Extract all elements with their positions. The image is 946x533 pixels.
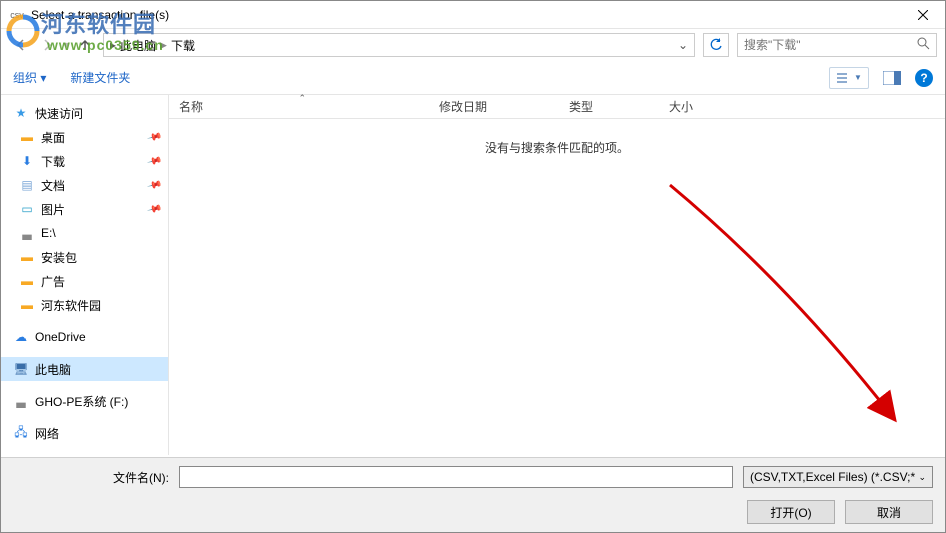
folder-icon: ▸	[110, 38, 116, 52]
folder-icon: ▬	[19, 249, 35, 265]
organize-menu[interactable]: 组织 ▾	[13, 69, 46, 86]
sidebar-item-onedrive[interactable]: ☁ OneDrive	[1, 325, 168, 349]
breadcrumb-current[interactable]: 下载	[171, 37, 195, 54]
window-title: Select a transaction file(s)	[31, 8, 900, 22]
sidebar-item-downloads[interactable]: ⬇ 下载 📌	[1, 149, 168, 173]
bottom-bar: 文件名(N): (CSV,TXT,Excel Files) (*.CSV;* ⌄…	[1, 457, 945, 532]
sidebar-item-label: 下载	[41, 153, 65, 170]
folder-icon: ▬	[19, 297, 35, 313]
help-button[interactable]: ?	[915, 69, 933, 87]
column-label: 名称	[179, 98, 203, 115]
column-headers: 名称 ⌃ 修改日期 类型 大小	[169, 95, 945, 119]
pin-icon: 📌	[146, 201, 162, 217]
sort-indicator-icon: ⌃	[299, 93, 307, 104]
sidebar-item-label: 文档	[41, 177, 65, 194]
sidebar-item-label: E:\	[41, 226, 56, 240]
filename-label: 文件名(N):	[113, 469, 169, 486]
refresh-icon	[709, 38, 723, 52]
column-size[interactable]: 大小	[659, 95, 759, 118]
sidebar-item-network[interactable]: 🖧 网络	[1, 421, 168, 445]
breadcrumb-dropdown[interactable]: ⌄	[678, 38, 688, 52]
sidebar-item-gho-drive[interactable]: ▃ GHO-PE系统 (F:)	[1, 389, 168, 413]
preview-icon	[883, 71, 901, 85]
column-type[interactable]: 类型	[559, 95, 659, 118]
sidebar-item-label: 网络	[35, 425, 59, 442]
breadcrumb-root[interactable]: 此电脑	[120, 37, 156, 54]
titlebar: csv Select a transaction file(s)	[1, 1, 945, 29]
close-button[interactable]	[900, 1, 945, 29]
sidebar-item-label: 安装包	[41, 249, 77, 266]
sidebar-item-drive-e[interactable]: ▃ E:\	[1, 221, 168, 245]
sidebar-item-quick-access[interactable]: ★ 快速访问	[1, 101, 168, 125]
close-icon	[918, 10, 928, 20]
search-input[interactable]	[744, 38, 917, 52]
sidebar-item-label: 河东软件园	[41, 297, 101, 314]
nav-back-button[interactable]	[9, 33, 33, 57]
sidebar-item-label: 快速访问	[35, 105, 83, 122]
sidebar-item-this-pc[interactable]: 🖥 此电脑	[1, 357, 168, 381]
search-icon	[917, 37, 930, 53]
open-button[interactable]: 打开(O)	[747, 500, 835, 524]
annotation-arrow	[640, 165, 940, 445]
toolbar: 组织 ▾ 新建文件夹 ▼ ?	[1, 61, 945, 95]
nav-recent-button[interactable]: ▾	[61, 33, 71, 57]
sidebar-item-label: GHO-PE系统 (F:)	[35, 393, 128, 410]
empty-message: 没有与搜索条件匹配的项。	[169, 119, 945, 156]
cloud-icon: ☁	[13, 329, 29, 345]
filename-input[interactable]	[179, 466, 733, 488]
chevron-right-icon: ▶	[160, 40, 167, 51]
refresh-button[interactable]	[703, 33, 729, 57]
drive-icon: ▃	[13, 393, 29, 409]
pin-icon: 📌	[146, 177, 162, 193]
file-type-filter[interactable]: (CSV,TXT,Excel Files) (*.CSV;* ⌄	[743, 466, 933, 488]
pin-icon: 📌	[146, 129, 162, 145]
sidebar-item-hedong[interactable]: ▬ 河东软件园	[1, 293, 168, 317]
cancel-button[interactable]: 取消	[845, 500, 933, 524]
column-date[interactable]: 修改日期	[429, 95, 559, 118]
filter-text: (CSV,TXT,Excel Files) (*.CSV;*	[750, 470, 915, 484]
sidebar-item-label: 图片	[41, 201, 65, 218]
folder-icon: ▬	[19, 129, 35, 145]
app-icon: csv	[9, 7, 25, 23]
file-list-area: 名称 ⌃ 修改日期 类型 大小 没有与搜索条件匹配的项。	[169, 95, 945, 455]
sidebar-item-label: 广告	[41, 273, 65, 290]
network-icon: 🖧	[13, 425, 29, 441]
sidebar-item-install-pkg[interactable]: ▬ 安装包	[1, 245, 168, 269]
breadcrumb[interactable]: ▸ 此电脑 ▶ 下载 ⌄	[103, 33, 695, 57]
sidebar-item-documents[interactable]: ▤ 文档 📌	[1, 173, 168, 197]
chevron-down-icon: ▼	[854, 73, 862, 82]
sidebar-item-desktop[interactable]: ▬ 桌面 📌	[1, 125, 168, 149]
star-icon: ★	[13, 105, 29, 121]
list-view-icon	[836, 72, 848, 84]
search-box[interactable]	[737, 33, 937, 57]
nav-bar: ▾ ▸ 此电脑 ▶ 下载 ⌄	[1, 29, 945, 61]
nav-up-button[interactable]	[73, 33, 97, 57]
sidebar-item-label: 此电脑	[35, 361, 71, 378]
preview-pane-button[interactable]	[879, 67, 905, 89]
document-icon: ▤	[19, 177, 35, 193]
chevron-down-icon: ⌄	[918, 472, 926, 483]
sidebar: ★ 快速访问 ▬ 桌面 📌 ⬇ 下载 📌 ▤ 文档 📌 ▭ 图片 📌 ▃ E:\	[1, 95, 169, 455]
new-folder-button[interactable]: 新建文件夹	[70, 69, 130, 86]
column-name[interactable]: 名称 ⌃	[169, 95, 429, 118]
sidebar-item-pictures[interactable]: ▭ 图片 📌	[1, 197, 168, 221]
download-icon: ⬇	[19, 153, 35, 169]
drive-icon: ▃	[19, 225, 35, 241]
computer-icon: 🖥	[13, 361, 29, 377]
sidebar-item-ads[interactable]: ▬ 广告	[1, 269, 168, 293]
view-options-button[interactable]: ▼	[829, 67, 869, 89]
picture-icon: ▭	[19, 201, 35, 217]
folder-icon: ▬	[19, 273, 35, 289]
nav-forward-button[interactable]	[35, 33, 59, 57]
main-area: ★ 快速访问 ▬ 桌面 📌 ⬇ 下载 📌 ▤ 文档 📌 ▭ 图片 📌 ▃ E:\	[1, 95, 945, 455]
pin-icon: 📌	[146, 153, 162, 169]
sidebar-item-label: OneDrive	[35, 330, 86, 344]
sidebar-item-label: 桌面	[41, 129, 65, 146]
